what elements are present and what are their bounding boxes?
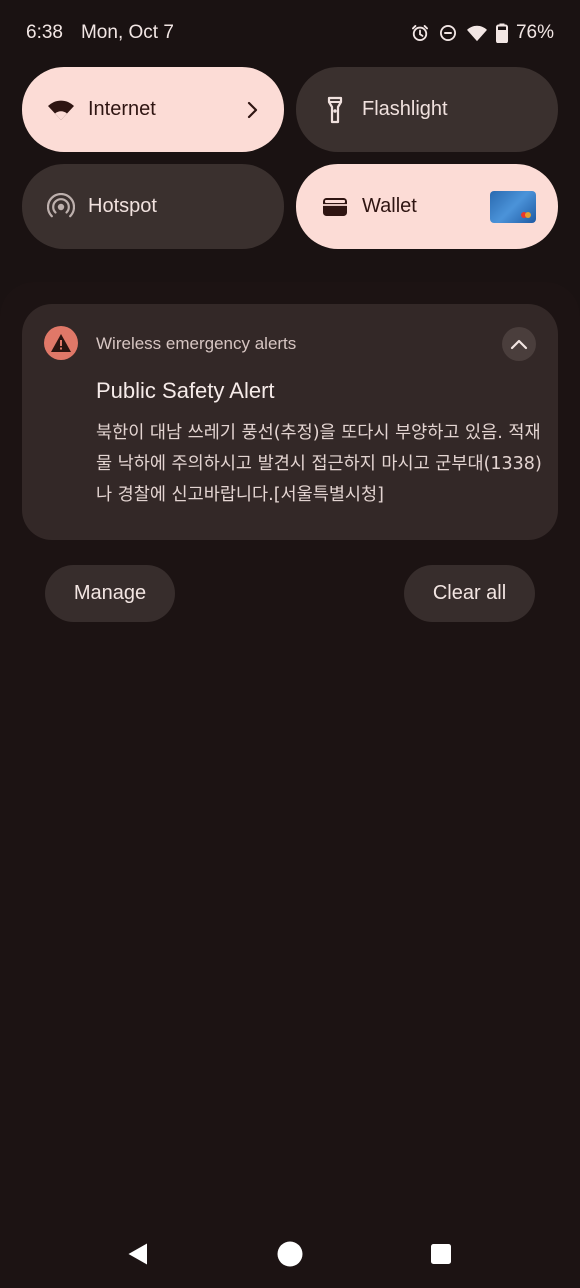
flashlight-icon <box>320 95 350 125</box>
battery-icon <box>495 23 508 43</box>
tile-wallet[interactable]: Wallet <box>296 164 558 249</box>
payment-card-image <box>490 190 536 223</box>
wifi-icon <box>46 95 76 125</box>
recents-icon <box>431 1244 451 1264</box>
dnd-icon <box>438 23 458 43</box>
notification-card[interactable]: Wireless emergency alerts Public Safety … <box>22 304 558 540</box>
status-icons: 76% <box>410 22 554 44</box>
clear-all-button[interactable]: Clear all <box>404 565 535 622</box>
hotspot-icon <box>46 192 76 222</box>
manage-button[interactable]: Manage <box>45 565 175 622</box>
back-icon <box>128 1243 147 1265</box>
chevron-right-icon <box>242 101 262 119</box>
home-button[interactable] <box>266 1230 314 1278</box>
tile-hotspot[interactable]: Hotspot <box>22 164 284 249</box>
tile-internet-label: Internet <box>88 98 156 120</box>
collapse-button[interactable] <box>502 327 536 361</box>
notification-title: Public Safety Alert <box>96 378 275 403</box>
chevron-up-icon <box>510 339 528 350</box>
home-icon <box>277 1241 303 1267</box>
notification-body: 북한이 대남 쓰레기 풍선(추정)을 또다시 부양하고 있음. 적재물 낙하에 … <box>96 423 542 505</box>
alarm-icon <box>410 23 430 43</box>
recents-button[interactable] <box>417 1230 465 1278</box>
tile-flashlight-label: Flashlight <box>362 98 448 120</box>
tile-wallet-label: Wallet <box>362 195 417 217</box>
quick-settings: Internet Flashlight Hotspot Wallet <box>22 67 558 249</box>
battery-percent: 76% <box>515 22 554 43</box>
back-button[interactable] <box>114 1230 162 1278</box>
status-time: 6:38 <box>26 22 63 43</box>
tile-flashlight[interactable]: Flashlight <box>296 67 558 152</box>
warning-icon <box>44 326 78 360</box>
tile-internet[interactable]: Internet <box>22 67 284 152</box>
navigation-bar <box>0 1220 580 1288</box>
status-date: Mon, Oct 7 <box>80 22 174 43</box>
notification-app-name: Wireless emergency alerts <box>96 334 297 353</box>
tile-hotspot-label: Hotspot <box>88 195 157 217</box>
wifi-icon <box>466 23 488 43</box>
status-bar: 6:38 Mon, Oct 7 76% <box>0 0 580 66</box>
wallet-icon <box>320 192 350 222</box>
